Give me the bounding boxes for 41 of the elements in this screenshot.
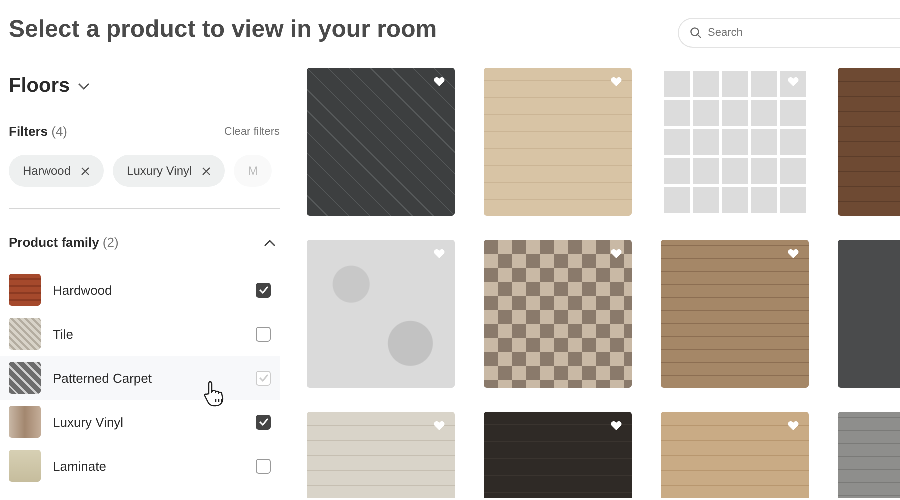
product-tile[interactable] xyxy=(484,240,632,388)
filter-chip[interactable]: Harwood xyxy=(9,155,104,187)
family-name: Tile xyxy=(53,326,74,342)
product-family-heading: Product family (2) xyxy=(9,235,119,250)
family-item[interactable]: Luxury Vinyl xyxy=(0,400,280,444)
check-icon xyxy=(258,418,268,426)
family-name: Luxury Vinyl xyxy=(53,414,125,430)
swatch-thumbnail xyxy=(9,362,41,394)
checkbox[interactable] xyxy=(256,326,271,342)
swatch-thumbnail xyxy=(9,450,41,482)
product-tile[interactable] xyxy=(661,240,809,388)
checkbox[interactable] xyxy=(256,282,271,298)
search-field[interactable]: Search xyxy=(678,18,900,48)
filter-chip[interactable]: Luxury Vinyl xyxy=(113,155,226,187)
filters-heading: Filters (4) xyxy=(9,124,68,139)
family-item[interactable]: Hardwood xyxy=(0,268,280,312)
category-dropdown[interactable]: Floors xyxy=(9,75,90,98)
family-name: Patterned Carpet xyxy=(53,370,154,386)
product-tile[interactable] xyxy=(661,68,809,216)
close-icon xyxy=(81,166,90,176)
family-item[interactable]: Laminate xyxy=(0,444,280,488)
check-icon xyxy=(258,286,268,294)
checkbox[interactable] xyxy=(256,414,271,430)
clear-filters-link[interactable]: Clear filters xyxy=(224,126,280,138)
page-title: Select a product to view in your room xyxy=(9,16,438,44)
close-icon xyxy=(202,166,212,176)
check-icon xyxy=(258,374,268,382)
heart-icon[interactable] xyxy=(611,421,622,431)
heart-icon[interactable] xyxy=(434,77,445,87)
chevron-icon[interactable] xyxy=(264,238,276,246)
swatch-thumbnail xyxy=(9,274,41,306)
swatch-thumbnail xyxy=(9,406,41,438)
swatch-thumbnail xyxy=(9,318,41,350)
product-tile[interactable] xyxy=(307,68,455,216)
checkbox[interactable] xyxy=(256,458,271,474)
family-name: Laminate xyxy=(53,458,108,474)
product-tile[interactable] xyxy=(484,68,632,216)
family-item[interactable]: Tile xyxy=(0,312,280,356)
family-name: Hardwood xyxy=(53,282,114,298)
product-tile[interactable] xyxy=(307,240,455,388)
chevron-down-icon xyxy=(78,82,90,90)
